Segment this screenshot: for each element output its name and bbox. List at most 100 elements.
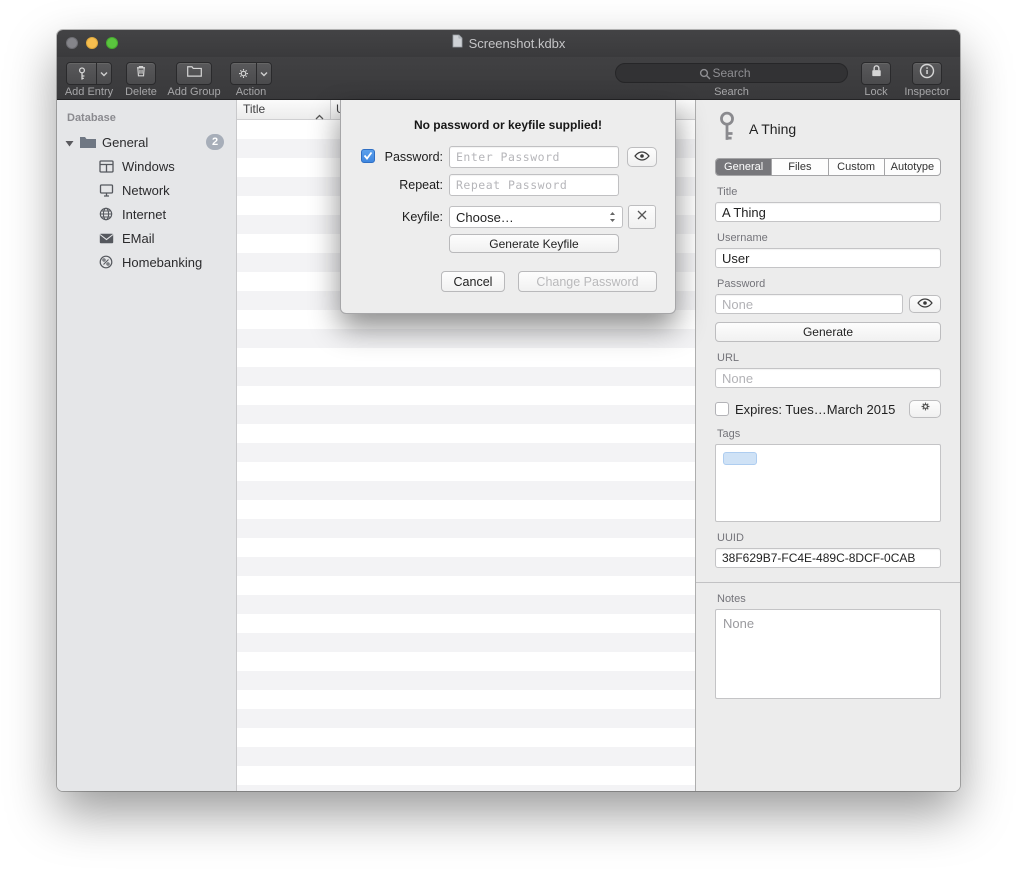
lock-item: Lock [861, 57, 891, 100]
uuid-label: UUID [717, 532, 941, 544]
add-group-item: Add Group [176, 57, 212, 100]
cancel-button[interactable]: Cancel [441, 271, 505, 292]
sidebar-item-label: Network [122, 183, 170, 198]
sidebar-item-label: EMail [122, 231, 155, 246]
lock-button[interactable] [861, 62, 891, 85]
password-field[interactable] [715, 294, 903, 314]
change-password-button[interactable]: Change Password [518, 271, 657, 292]
action-label: Action [236, 86, 267, 98]
entry-title: A Thing [749, 121, 796, 137]
percent-coin-icon [97, 255, 115, 269]
key-icon [67, 63, 96, 84]
generate-keyfile-button[interactable]: Generate Keyfile [449, 234, 619, 253]
key-icon [715, 110, 739, 149]
tag-chip[interactable] [723, 452, 757, 465]
popup-stepper-icon [609, 211, 616, 223]
tab-autotype[interactable]: Autotype [885, 159, 940, 175]
app-window: Screenshot.kdbx Add Entry Delete Add Gro… [57, 30, 960, 791]
sidebar-item-general[interactable]: General 2 [57, 130, 236, 154]
generate-password-button[interactable]: Generate [715, 322, 941, 342]
keyfile-popup[interactable]: Choose… [449, 206, 623, 228]
uuid-field[interactable] [715, 548, 941, 568]
inspector-item: Inspector [912, 57, 942, 100]
sidebar: Database General 2 Windows Network Inter… [57, 100, 237, 791]
sidebar-item-label: Internet [122, 207, 166, 222]
eye-icon [634, 148, 650, 166]
tags-label: Tags [717, 428, 941, 440]
column-divider[interactable] [330, 100, 331, 120]
chevron-down-icon[interactable] [96, 63, 111, 84]
expires-checkbox[interactable] [715, 402, 729, 416]
folder-icon [79, 135, 97, 149]
title-label: Title [717, 186, 941, 198]
globe-icon [97, 207, 115, 221]
sidebar-item-label: General [102, 135, 148, 150]
url-field[interactable] [715, 368, 941, 388]
password-label: Password [717, 278, 941, 290]
trash-icon [133, 63, 149, 84]
expires-settings-button[interactable] [909, 400, 941, 418]
delete-item: Delete [126, 57, 156, 100]
sidebar-item-label: Windows [122, 159, 175, 174]
notes-field[interactable]: None [715, 609, 941, 699]
entry-header: A Thing [715, 108, 941, 150]
sheet-message: No password or keyfile supplied! [341, 118, 675, 132]
password-input[interactable] [449, 146, 619, 168]
tags-field[interactable] [715, 444, 941, 522]
delete-button[interactable] [126, 62, 156, 85]
sidebar-item-internet[interactable]: Internet [57, 202, 236, 226]
sidebar-item-label: Homebanking [122, 255, 202, 270]
window-title: Screenshot.kdbx [469, 36, 566, 51]
column-header-title[interactable]: Title [243, 100, 265, 119]
folder-icon [186, 64, 203, 83]
tab-general[interactable]: General [716, 159, 772, 175]
delete-label: Delete [125, 86, 157, 98]
chevron-down-icon[interactable] [256, 63, 271, 84]
repeat-label: Repeat: [377, 178, 443, 192]
windows-icon [97, 160, 115, 173]
sidebar-item-email[interactable]: EMail [57, 226, 236, 250]
eye-icon [917, 295, 933, 313]
sidebar-item-network[interactable]: Network [57, 178, 236, 202]
title-field[interactable] [715, 202, 941, 222]
username-label: Username [717, 232, 941, 244]
clear-keyfile-button[interactable] [628, 205, 656, 229]
action-button[interactable] [230, 62, 272, 85]
search-input[interactable] [615, 63, 848, 83]
info-icon [919, 63, 935, 84]
sidebar-item-windows[interactable]: Windows [57, 154, 236, 178]
tab-files[interactable]: Files [772, 159, 828, 175]
gear-icon [231, 63, 256, 84]
tab-custom[interactable]: Custom [829, 159, 885, 175]
gear-icon [919, 400, 932, 418]
action-item: Action [230, 57, 272, 100]
sidebar-item-homebanking[interactable]: Homebanking [57, 250, 236, 274]
entry-count-badge: 2 [206, 134, 224, 150]
password-checkbox[interactable] [361, 149, 375, 163]
inspector-panel: A Thing General Files Custom Autotype Ti… [695, 100, 960, 791]
keyfile-label: Keyfile: [377, 210, 443, 224]
add-group-button[interactable] [176, 62, 212, 85]
sidebar-section-header: Database [57, 108, 236, 130]
toolbar: Add Entry Delete Add Group Action Search [57, 57, 960, 100]
notes-placeholder: None [723, 616, 754, 631]
password-label: Password: [377, 150, 443, 164]
add-entry-item: Add Entry [66, 57, 112, 100]
expires-row: Expires: Tues…March 2015 [715, 400, 941, 418]
lock-label: Lock [864, 86, 887, 98]
disclosure-triangle-icon[interactable] [65, 135, 74, 150]
lock-icon [869, 63, 884, 84]
document-icon [452, 34, 463, 53]
inspector-button[interactable] [912, 62, 942, 85]
envelope-icon [97, 233, 115, 244]
add-group-label: Add Group [167, 86, 220, 98]
repeat-input[interactable] [449, 174, 619, 196]
inspector-label: Inspector [904, 86, 949, 98]
keyfile-value: Choose… [456, 210, 514, 225]
monitor-icon [97, 184, 115, 197]
username-field[interactable] [715, 248, 941, 268]
change-password-sheet: No password or keyfile supplied! Passwor… [340, 100, 676, 314]
reveal-password-button[interactable] [909, 295, 941, 313]
reveal-password-button[interactable] [627, 147, 657, 167]
add-entry-button[interactable] [66, 62, 112, 85]
